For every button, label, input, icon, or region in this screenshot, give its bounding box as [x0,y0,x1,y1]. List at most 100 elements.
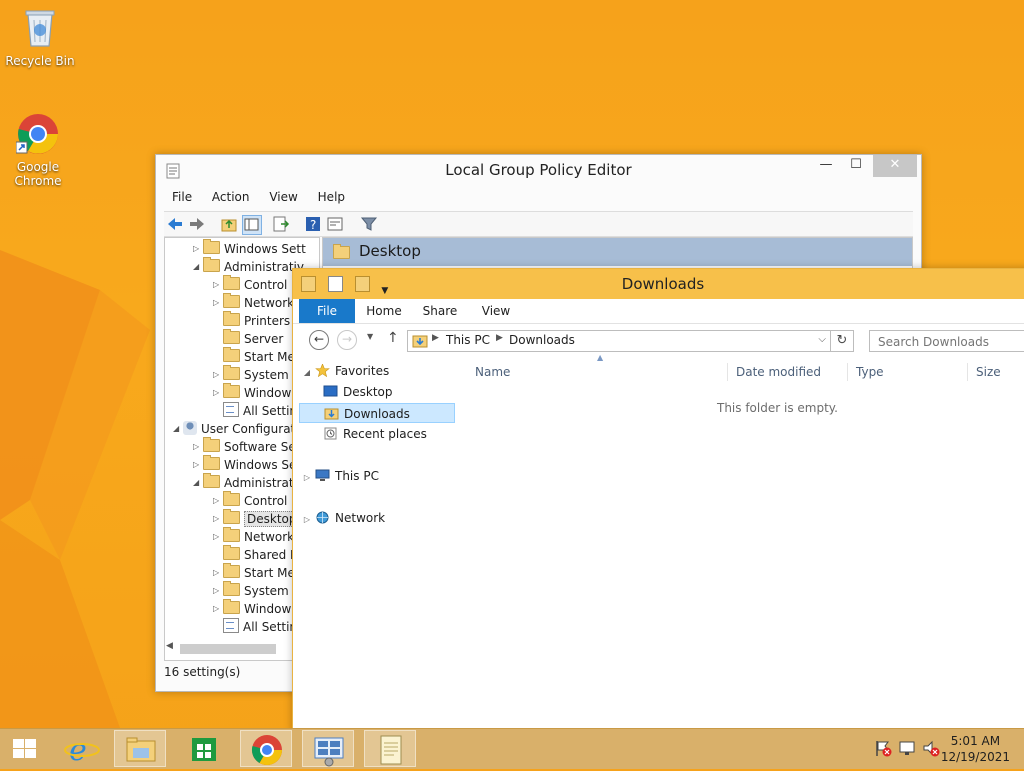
internet-explorer-icon[interactable]: e [56,730,108,767]
tree-node[interactable]: ◢ Administrativ [193,257,304,276]
expand-arrow-icon[interactable]: ▷ [213,294,223,312]
column-separator[interactable] [967,363,968,381]
recent-locations-dropdown[interactable]: ▼ [367,332,373,341]
tree-node[interactable]: ▷ Desktop [213,509,300,528]
refresh-button[interactable]: ↻ [830,330,854,352]
collapse-arrow-icon[interactable]: ◢ [173,420,183,438]
export-list-icon[interactable] [272,215,290,233]
expand-arrow-icon[interactable]: ▷ [213,276,223,294]
tab-view[interactable]: View [473,299,519,323]
nav-item-desktop[interactable]: Desktop [299,382,471,402]
windows-store-icon[interactable] [178,730,230,767]
back-arrow-icon[interactable] [166,215,184,233]
gpe-maximize-button[interactable]: ☐ [841,155,871,177]
file-explorer-taskbar-button[interactable] [114,730,166,767]
nav-item-pc[interactable]: ▷ This PC [299,466,455,486]
tree-node[interactable]: ▷ Network [213,527,294,546]
column-name[interactable]: Name [475,365,510,379]
expand-arrow-icon[interactable]: ▷ [213,510,223,528]
tree-node[interactable]: All Settin [213,402,297,420]
expand-arrow-icon[interactable]: ▷ [213,582,223,600]
column-date-modified[interactable]: Date modified [736,365,821,379]
tree-node[interactable]: ▷ Start Me [213,563,295,582]
tree-node[interactable]: ▷ Windows Se [193,455,296,474]
back-button[interactable]: ← [309,330,329,350]
breadcrumb-downloads[interactable]: Downloads [509,333,575,347]
filter-icon[interactable] [360,215,378,233]
tree-node[interactable]: ▷ System [213,581,289,600]
chrome-taskbar-button[interactable] [240,730,292,767]
tree-node[interactable]: ◢ Administrati [193,473,297,492]
gpe-minimize-button[interactable]: — [811,155,841,177]
menu-file[interactable]: File [164,187,200,207]
new-folder-icon[interactable] [354,276,370,292]
column-separator[interactable] [727,363,728,381]
nav-item-downloads[interactable]: Downloads [299,403,455,423]
tree-node[interactable]: ▷ Control I [213,275,295,294]
forward-button[interactable]: → [337,330,357,350]
expand-arrow-icon[interactable]: ▷ [213,564,223,582]
expand-arrow-icon[interactable]: ▷ [213,492,223,510]
help-icon[interactable]: ? [304,215,322,233]
properties-icon[interactable] [326,215,344,233]
expand-arrow-icon[interactable]: ▷ [299,510,315,530]
nav-item-recent[interactable]: Recent places [299,424,471,444]
column-separator[interactable] [847,363,848,381]
expand-arrow-icon[interactable]: ▷ [299,468,315,488]
menu-action[interactable]: Action [204,187,258,207]
collapse-arrow-icon[interactable]: ◢ [299,363,315,383]
address-dropdown-chevron-icon[interactable]: ⌵ [818,334,826,345]
collapse-arrow-icon[interactable]: ◢ [193,258,203,276]
tab-file[interactable]: File [299,299,355,323]
address-bar[interactable]: ▶ This PC ▶ Downloads ⌵ [407,330,831,352]
tree-node[interactable]: ▷ Network [213,293,294,312]
expand-arrow-icon[interactable]: ▷ [193,240,203,258]
action-center-flag-icon[interactable] [874,739,892,757]
recycle-bin-icon[interactable]: Recycle Bin [2,6,78,68]
tree-node[interactable]: Printers [213,311,290,330]
tree-node[interactable]: All Settin [213,618,297,636]
nav-item-star[interactable]: ◢ Favorites [299,361,455,381]
properties-icon[interactable] [327,276,343,292]
menu-view[interactable]: View [261,187,305,207]
explorer-titlebar[interactable]: ▼ Downloads [293,269,1024,299]
tree-node[interactable]: ▷ Window [213,383,291,402]
gpe-close-button[interactable]: ✕ [873,155,917,177]
network-status-icon[interactable] [898,739,916,757]
expand-arrow-icon[interactable]: ▷ [213,366,223,384]
show-hide-tree-icon[interactable] [242,215,262,235]
expand-arrow-icon[interactable]: ▷ [193,438,203,456]
tree-node[interactable]: ▷ Software Set [193,437,300,456]
up-arrow-icon[interactable]: ↑ [387,330,399,346]
qat-dropdown-icon[interactable]: ▼ [381,286,388,296]
search-box[interactable] [869,330,1024,352]
notepad-taskbar-button[interactable] [364,730,416,767]
column-type[interactable]: Type [856,365,884,379]
file-explorer-window[interactable]: ▼ Downloads File Home Share View ← → ▼ ↑… [292,268,1024,732]
collapse-arrow-icon[interactable]: ◢ [193,474,203,492]
tree-node[interactable]: Start Me [213,347,295,366]
google-chrome-shortcut[interactable]: Google Chrome [0,112,76,188]
nav-item-network[interactable]: ▷ Network [299,508,455,528]
search-input[interactable] [876,334,1024,350]
expand-arrow-icon[interactable]: ▷ [213,528,223,546]
tab-share[interactable]: Share [417,299,463,323]
expand-arrow-icon[interactable]: ▷ [213,600,223,618]
gpe-titlebar[interactable]: Local Group Policy Editor — ☐ ✕ [156,155,921,185]
windows-start-icon[interactable] [0,730,50,767]
tree-node[interactable]: ▷ Control I [213,491,295,510]
tree-node[interactable]: ▷ System [213,365,289,384]
group-policy-taskbar-button[interactable] [302,730,354,767]
navigation-pane[interactable]: ◢ Favorites Desktop Downloads Recent places ▷… [299,361,455,729]
tree-node[interactable]: ▷ Windows Sett [193,239,306,258]
tab-home[interactable]: Home [361,299,407,323]
expand-arrow-icon[interactable]: ▷ [213,384,223,402]
tree-node[interactable]: ▷ Window [213,599,291,618]
system-clock[interactable]: 5:01 AM 12/19/2021 [941,733,1010,765]
volume-muted-icon[interactable] [922,739,940,757]
tree-node[interactable]: Shared F [213,545,297,564]
tree-node[interactable]: Server [213,329,283,348]
tree-node[interactable]: ◢ User Configurati [173,420,299,438]
menu-help[interactable]: Help [310,187,353,207]
forward-arrow-icon[interactable] [188,215,206,233]
